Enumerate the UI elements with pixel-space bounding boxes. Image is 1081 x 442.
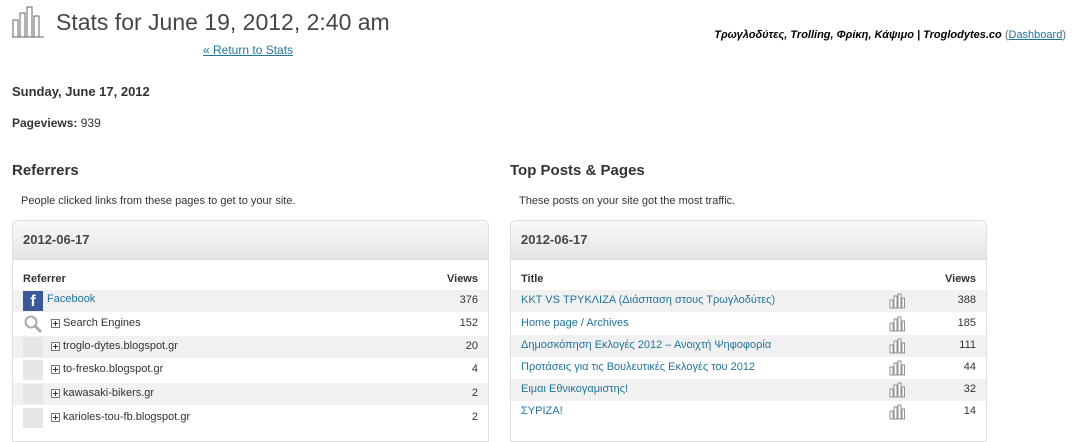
views-count: 388	[957, 294, 976, 306]
page-title: Stats for June 19, 2012, 2:40 am	[56, 9, 390, 35]
expand-icon[interactable]	[51, 365, 60, 374]
views-column-header: Views	[447, 273, 478, 285]
post-link[interactable]: ΣΥΡΙΖΑ!	[521, 405, 563, 417]
views-count: 4	[471, 363, 478, 375]
top-posts-panel: 2012-06-17 Title Views ΚΚΤ VS ΤΡΥΚΛΙΖΑ (…	[510, 220, 987, 442]
views-count: 376	[459, 294, 478, 306]
referrers-description: People clicked links from these pages to…	[21, 195, 296, 207]
pageviews-label: Pageviews:	[12, 116, 78, 130]
table-row: kawasaki-bikers.gr 2	[13, 383, 488, 405]
table-row: ΚΚΤ VS ΤΡΥΚΛΙΖΑ (Διάσπαση στους Τρωγλοδύ…	[511, 290, 986, 312]
referrers-panel: 2012-06-17 Referrer Views f Facebook 376…	[12, 220, 489, 442]
expand-icon[interactable]	[51, 413, 60, 422]
expand-icon[interactable]	[51, 389, 60, 398]
post-link[interactable]: Προτάσεις για τις Βουλευτικές Εκλογές το…	[521, 361, 755, 373]
referrer-label: Search Engines	[63, 317, 141, 329]
facebook-icon: f	[23, 291, 43, 311]
site-placeholder-icon	[23, 360, 43, 380]
pageviews-value: 939	[80, 116, 101, 130]
pageviews-summary: Pageviews: 939	[12, 116, 101, 130]
site-placeholder-icon	[23, 408, 43, 428]
post-stats-icon[interactable]	[889, 382, 905, 398]
post-link[interactable]: ΚΚΤ VS ΤΡΥΚΛΙΖΑ (Διάσπαση στους Τρωγλοδύ…	[521, 294, 775, 306]
views-column-header: Views	[945, 273, 976, 285]
table-row: Δημοσκόπηση Εκλογές 2012 – Ανοιχτή Ψηφοφ…	[511, 335, 986, 357]
site-info: Τρωγλοδύτες, Trolling, Φρίκη, Κάψιμο | T…	[714, 29, 1066, 41]
table-row: Ειμαι Εθνικογαμιστης! 32	[511, 379, 986, 401]
views-count: 2	[471, 411, 478, 423]
views-count: 185	[957, 317, 976, 329]
post-stats-icon[interactable]	[889, 316, 905, 332]
post-link[interactable]: Δημοσκόπηση Εκλογές 2012 – Ανοιχτή Ψηφοφ…	[521, 339, 771, 351]
views-count: 111	[959, 339, 976, 351]
title-column-header: Title	[521, 273, 544, 285]
views-count: 20	[465, 340, 478, 352]
day-heading: Sunday, June 17, 2012	[12, 84, 150, 99]
site-name: Τρωγλοδύτες, Trolling, Φρίκη, Κάψιμο | T…	[714, 29, 1002, 41]
top-posts-date-header: 2012-06-17	[511, 221, 986, 260]
views-count: 44	[963, 361, 976, 373]
site-placeholder-icon	[23, 384, 43, 404]
referrer-label: to-fresko.blogspot.gr	[63, 363, 164, 375]
expand-icon[interactable]	[51, 342, 60, 351]
views-count: 152	[459, 317, 478, 329]
table-row: troglo-dytes.blogspot.gr 20	[13, 336, 488, 358]
expand-icon[interactable]	[51, 319, 60, 328]
referrer-label: karioles-tou-fb.blogspot.gr	[63, 411, 191, 423]
table-row: karioles-tou-fb.blogspot.gr 2	[13, 407, 488, 429]
top-posts-title: Top Posts & Pages	[510, 162, 645, 179]
return-to-stats-link[interactable]: « Return to Stats	[203, 43, 293, 57]
post-stats-icon[interactable]	[889, 293, 905, 309]
referrers-title: Referrers	[12, 162, 79, 179]
views-count: 14	[963, 405, 976, 417]
stats-bar-chart-icon	[12, 6, 44, 38]
post-stats-icon[interactable]	[889, 338, 905, 354]
referrer-column-header: Referrer	[23, 273, 66, 285]
referrer-label: troglo-dytes.blogspot.gr	[63, 340, 178, 352]
top-posts-description: These posts on your site got the most tr…	[519, 195, 736, 207]
table-row: Search Engines 152	[13, 313, 488, 335]
post-link[interactable]: Ειμαι Εθνικογαμιστης!	[521, 383, 628, 395]
post-link[interactable]: Home page / Archives	[521, 317, 629, 329]
post-stats-icon[interactable]	[889, 360, 905, 376]
post-stats-icon[interactable]	[889, 404, 905, 420]
views-count: 2	[471, 387, 478, 399]
table-row: f Facebook 376	[13, 290, 488, 312]
referrer-link[interactable]: Facebook	[47, 293, 95, 305]
site-placeholder-icon	[23, 337, 43, 357]
dashboard-link[interactable]: Dashboard	[1009, 29, 1063, 41]
referrers-date-header: 2012-06-17	[13, 221, 488, 260]
table-row: Home page / Archives 185	[511, 313, 986, 335]
table-row: to-fresko.blogspot.gr 4	[13, 359, 488, 381]
table-row: ΣΥΡΙΖΑ! 14	[511, 401, 986, 423]
referrer-label: kawasaki-bikers.gr	[63, 387, 155, 399]
table-row: Προτάσεις για τις Βουλευτικές Εκλογές το…	[511, 357, 986, 379]
views-count: 32	[963, 383, 976, 395]
magnifier-icon	[24, 315, 43, 334]
